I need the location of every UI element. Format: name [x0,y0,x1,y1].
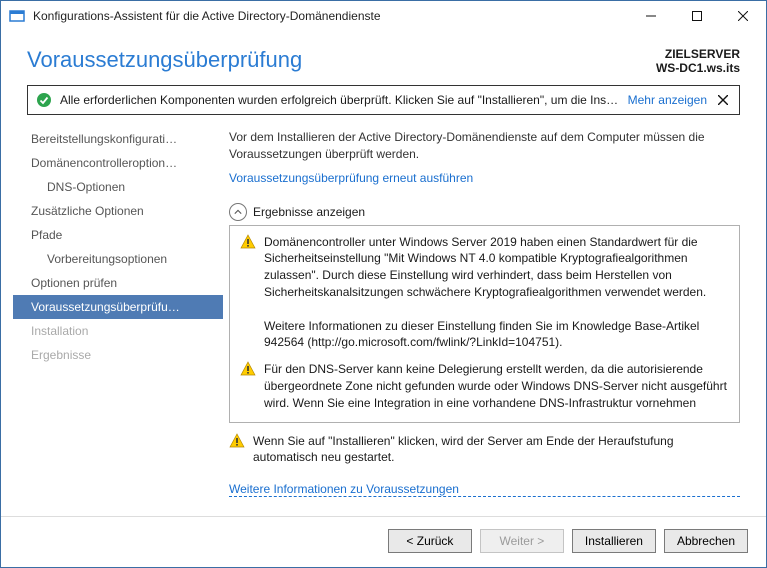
button-bar: < Zurück Weiter > Installieren Abbrechen [1,516,766,567]
result-item-0: Domänencontroller unter Windows Server 2… [240,234,729,352]
restart-warning: Wenn Sie auf "Installieren" klicken, wir… [229,433,740,467]
back-button[interactable]: < Zurück [388,529,472,553]
cancel-button[interactable]: Abbrechen [664,529,748,553]
results-list[interactable]: Domänencontroller unter Windows Server 2… [229,225,740,423]
sidebar-item-9: Ergebnisse [13,343,223,367]
success-icon [36,92,52,108]
body: Bereitstellungskonfigurati…Domänencontro… [13,123,754,516]
target-server-block: ZIELSERVER WS-DC1.ws.its [656,47,740,75]
sidebar-item-6[interactable]: Optionen prüfen [13,271,223,295]
close-button[interactable] [720,1,766,31]
titlebar: Konfigurations-Assistent für die Active … [1,1,766,31]
results-toggle[interactable]: Ergebnisse anzeigen [229,203,740,221]
rerun-check-link[interactable]: Voraussetzungsüberprüfung erneut ausführ… [229,171,740,185]
warning-icon [240,361,256,411]
main-panel: Vor dem Installieren der Active Director… [223,123,754,516]
minimize-button[interactable] [628,1,674,31]
next-button: Weiter > [480,529,564,553]
sidebar-item-1[interactable]: Domänencontrolleroption… [13,151,223,175]
result-text: Für den DNS-Server kann keine Delegierun… [264,361,729,411]
warning-icon [240,234,256,352]
banner-close-icon[interactable] [715,92,731,108]
sidebar-item-7[interactable]: Voraussetzungsüberprüfu… [13,295,223,319]
banner-message: Alle erforderlichen Komponenten wurden e… [60,93,620,107]
target-server-value: WS-DC1.ws.its [656,61,740,75]
sidebar: Bereitstellungskonfigurati…Domänencontro… [13,123,223,516]
window-title: Konfigurations-Assistent für die Active … [33,9,381,23]
content-area: Voraussetzungsüberprüfung ZIELSERVER WS-… [1,31,766,516]
target-server-label: ZIELSERVER [656,47,740,61]
sidebar-item-4[interactable]: Pfade [13,223,223,247]
result-text: Domänencontroller unter Windows Server 2… [264,234,729,352]
results-toggle-label: Ergebnisse anzeigen [253,205,365,219]
sidebar-item-0[interactable]: Bereitstellungskonfigurati… [13,127,223,151]
install-button[interactable]: Installieren [572,529,656,553]
warning-icon [229,433,245,467]
status-banner: Alle erforderlichen Komponenten wurden e… [27,85,740,115]
intro-text: Vor dem Installieren der Active Director… [229,129,740,163]
page-title: Voraussetzungsüberprüfung [27,47,302,73]
page-header: Voraussetzungsüberprüfung ZIELSERVER WS-… [13,35,754,81]
wizard-window: Konfigurations-Assistent für die Active … [0,0,767,568]
more-info-link[interactable]: Weitere Informationen zu Voraussetzungen [229,482,740,497]
sidebar-item-2[interactable]: DNS-Optionen [13,175,223,199]
sidebar-item-3[interactable]: Zusätzliche Optionen [13,199,223,223]
banner-show-more[interactable]: Mehr anzeigen [628,93,707,107]
maximize-button[interactable] [674,1,720,31]
result-item-1: Für den DNS-Server kann keine Delegierun… [240,361,729,411]
sidebar-item-5[interactable]: Vorbereitungsoptionen [13,247,223,271]
restart-warning-text: Wenn Sie auf "Installieren" klicken, wir… [253,433,740,467]
sidebar-item-8: Installation [13,319,223,343]
app-icon [9,8,25,24]
chevron-up-icon [229,203,247,221]
